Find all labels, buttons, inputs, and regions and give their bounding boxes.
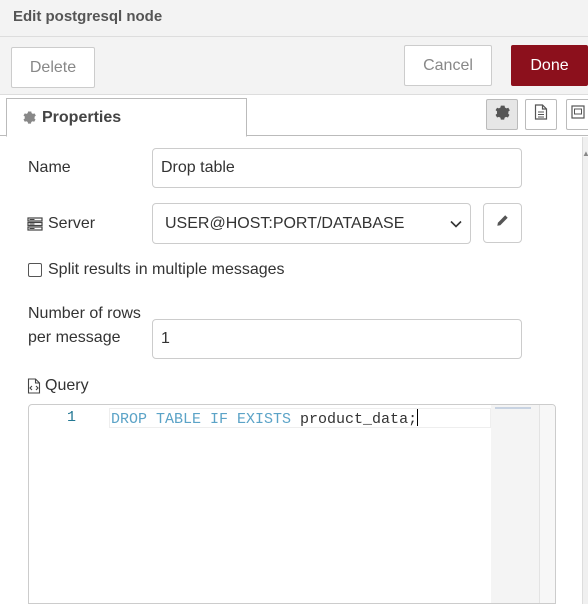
pencil-icon (496, 214, 509, 232)
edit-server-button[interactable] (483, 203, 522, 243)
code-file-icon (27, 378, 41, 394)
query-label: Query (27, 375, 89, 397)
node-appearance-tab-button[interactable] (566, 99, 588, 130)
sql-identifier: product_data; (300, 411, 418, 428)
node-description-tab-button[interactable] (525, 99, 557, 130)
tray-toolbar: Delete Cancel Done (0, 37, 588, 95)
split-results-checkbox[interactable] (28, 263, 42, 277)
query-editor[interactable]: 1 DROP TABLE IF EXISTS product_data; (28, 404, 556, 604)
code-line[interactable]: DROP TABLE IF EXISTS product_data; (109, 408, 491, 428)
panel-scrollbar[interactable] (582, 137, 588, 604)
server-label: Server (27, 213, 95, 235)
layout-icon (571, 105, 585, 124)
rows-per-message-input[interactable]: 1 (152, 319, 522, 359)
name-label: Name (28, 159, 71, 176)
gear-icon (495, 105, 510, 125)
gear-icon (23, 111, 36, 124)
server-icon (27, 217, 43, 231)
tray-header: Edit postgresql node (0, 0, 588, 37)
split-results-label: Split results in multiple messages (48, 261, 285, 278)
server-select-value: USER@HOST:PORT/DATABASE (165, 214, 405, 232)
rows-label-line1: Number of rows (28, 305, 141, 322)
tab-properties[interactable]: Properties (6, 98, 247, 137)
name-input[interactable]: Drop table (152, 148, 522, 188)
scroll-up-icon[interactable]: ▲ (582, 150, 588, 158)
done-button[interactable]: Done (511, 45, 588, 86)
server-select[interactable]: USER@HOST:PORT/DATABASE (152, 203, 471, 244)
sql-keywords: DROP TABLE IF EXISTS (111, 411, 292, 428)
tab-bar: Properties (0, 96, 588, 137)
delete-button[interactable]: Delete (11, 47, 95, 88)
cancel-button[interactable]: Cancel (404, 45, 492, 86)
node-properties-tab-button[interactable] (486, 99, 518, 130)
editor-scrollbar[interactable] (539, 405, 555, 603)
query-label-text: Query (45, 377, 89, 394)
line-number: 1 (67, 409, 77, 426)
tab-properties-label: Properties (42, 108, 122, 126)
tray-title: Edit postgresql node (13, 8, 163, 25)
text-cursor (417, 409, 419, 426)
minimap-line (495, 407, 531, 409)
chevron-down-icon (450, 220, 462, 228)
server-label-text: Server (48, 215, 96, 232)
document-icon (534, 104, 548, 125)
rows-label-line2: per message (28, 329, 121, 346)
editor-minimap[interactable] (491, 405, 539, 603)
